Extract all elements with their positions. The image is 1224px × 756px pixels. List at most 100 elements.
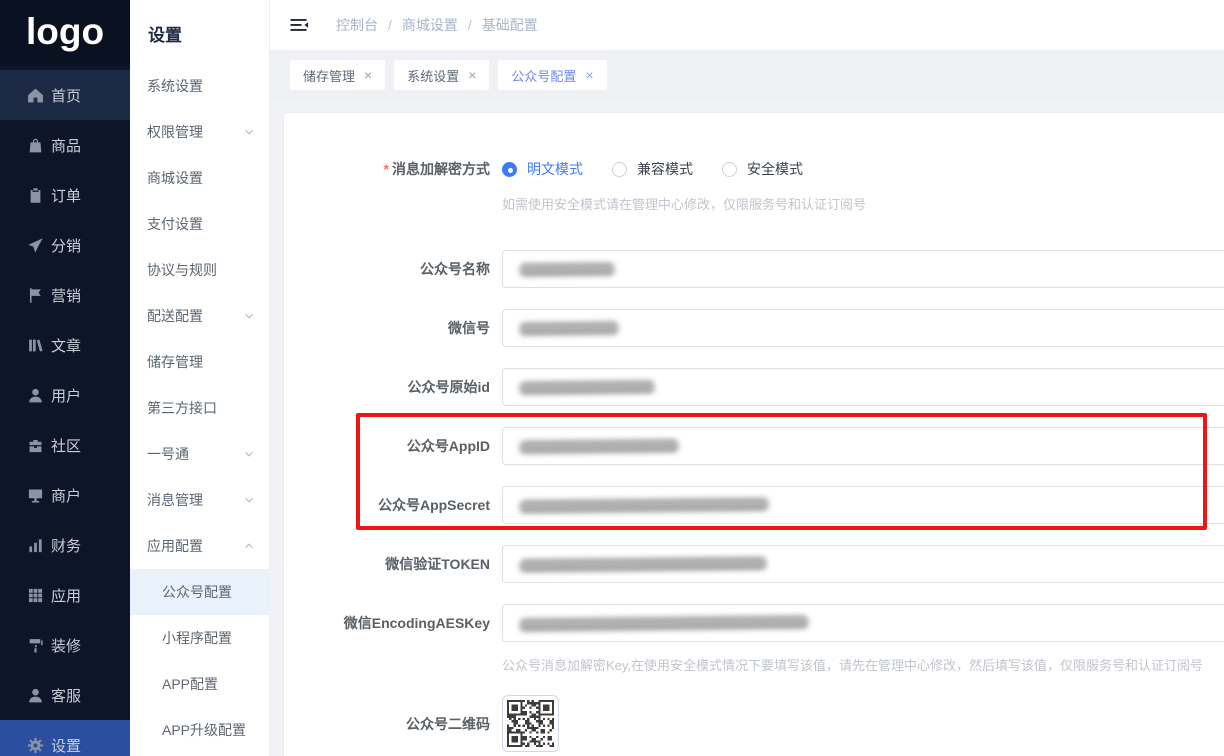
nav-item-users[interactable]: 用户 xyxy=(0,370,130,420)
qrcode-image[interactable] xyxy=(502,695,559,752)
apps-grid-icon xyxy=(27,587,44,604)
aeskey-label: 微信EncodingAESKey xyxy=(284,613,502,633)
user-icon xyxy=(27,387,44,404)
nav-item-goods[interactable]: 商品 xyxy=(0,120,130,170)
menu-item-payment[interactable]: 支付设置 xyxy=(130,201,269,247)
submenu-item-app-config[interactable]: APP配置 xyxy=(130,661,269,707)
nav-item-apps[interactable]: 应用 xyxy=(0,570,130,620)
primary-sidebar: logo 首页 商品 订单 分销 营销 文章 用户 xyxy=(0,0,130,756)
menu-item-yihaotong[interactable]: 一号通 xyxy=(130,431,269,477)
nav-item-orders[interactable]: 订单 xyxy=(0,170,130,220)
redacted-value xyxy=(519,556,767,572)
qrcode-label: 公众号二维码 xyxy=(284,714,502,734)
field-row-appid: 公众号AppID xyxy=(284,427,1224,465)
original-id-input[interactable] xyxy=(502,368,1224,406)
order-clipboard-icon xyxy=(27,187,44,204)
qrcode-row: 公众号二维码 xyxy=(284,695,1224,752)
submenu-item-official-account-config[interactable]: 公众号配置 xyxy=(130,569,269,615)
redacted-value xyxy=(519,262,615,276)
chevron-up-icon xyxy=(242,539,256,553)
field-row-account-name: 公众号名称 xyxy=(284,250,1224,288)
menu-item-permissions[interactable]: 权限管理 xyxy=(130,109,269,155)
encryption-mode-row: *消息加解密方式 明文模式 兼容模式 安全模式 xyxy=(284,158,1224,180)
tab-official-account-config[interactable]: 公众号配置 × xyxy=(498,60,606,90)
menu-item-storage[interactable]: 储存管理 xyxy=(130,339,269,385)
tab-strip: 储存管理 × 系统设置 × 公众号配置 × xyxy=(270,50,1224,100)
menu-item-mall-settings[interactable]: 商城设置 xyxy=(130,155,269,201)
menu-item-agreements[interactable]: 协议与规则 xyxy=(130,247,269,293)
account-name-label: 公众号名称 xyxy=(284,259,502,279)
finance-bar-chart-icon xyxy=(27,537,44,554)
submenu-item-mini-program-config[interactable]: 小程序配置 xyxy=(130,615,269,661)
config-form-card: *消息加解密方式 明文模式 兼容模式 安全模式 如需使用安全模式请在管理中心修改… xyxy=(283,112,1224,756)
aeskey-input[interactable] xyxy=(502,604,1224,642)
radio-secure-mode[interactable]: 安全模式 xyxy=(722,159,803,179)
aeskey-help-text: 公众号消息加解密Key,在使用安全模式情况下要填写该值，请先在管理中心修改，然后… xyxy=(502,655,1224,673)
article-books-icon xyxy=(27,337,44,354)
qrcode-pattern xyxy=(507,700,554,747)
breadcrumb-separator: / xyxy=(468,17,472,33)
redacted-value xyxy=(519,615,809,631)
settings-sidebar-title: 设置 xyxy=(130,0,269,63)
appid-input[interactable] xyxy=(502,427,1224,465)
redacted-value xyxy=(519,380,655,394)
nav-item-home[interactable]: 首页 xyxy=(0,70,130,120)
nav-item-settings[interactable]: 设置 xyxy=(0,720,130,756)
primary-nav: 首页 商品 订单 分销 营销 文章 用户 社区 xyxy=(0,70,130,756)
chevron-down-icon xyxy=(242,493,256,507)
field-row-token: 微信验证TOKEN xyxy=(284,545,1224,583)
field-row-aeskey: 微信EncodingAESKey xyxy=(284,604,1224,642)
radio-plaintext-mode[interactable]: 明文模式 xyxy=(502,159,583,179)
encryption-mode-radio-group: 明文模式 兼容模式 安全模式 xyxy=(502,159,832,179)
tab-system-settings[interactable]: 系统设置 × xyxy=(394,60,489,90)
shopping-bag-icon xyxy=(27,137,44,154)
breadcrumb-basic-config[interactable]: 基础配置 xyxy=(482,15,538,35)
flag-icon xyxy=(27,287,44,304)
token-input[interactable] xyxy=(502,545,1224,583)
breadcrumb-mall-settings[interactable]: 商城设置 xyxy=(402,15,458,35)
breadcrumb-console[interactable]: 控制台 xyxy=(336,15,378,35)
decorate-roller-icon xyxy=(27,637,44,654)
account-name-input[interactable] xyxy=(502,250,1224,288)
main-area: 控制台 / 商城设置 / 基础配置 储存管理 × 系统设置 × 公众号配置 × … xyxy=(270,0,1224,756)
breadcrumb-separator: / xyxy=(388,17,392,33)
redacted-value xyxy=(519,497,769,513)
nav-item-marketing[interactable]: 营销 xyxy=(0,270,130,320)
nav-item-community[interactable]: 社区 xyxy=(0,420,130,470)
redacted-value xyxy=(519,439,679,454)
nav-item-articles[interactable]: 文章 xyxy=(0,320,130,370)
wechat-id-label: 微信号 xyxy=(284,318,502,338)
nav-item-distribution[interactable]: 分销 xyxy=(0,220,130,270)
submenu-item-app-upgrade-config[interactable]: APP升级配置 xyxy=(130,707,269,753)
settings-sidebar: 设置 系统设置 权限管理 商城设置 支付设置 协议与规则 配送配置 储存管理 第… xyxy=(130,0,270,756)
nav-item-finance[interactable]: 财务 xyxy=(0,520,130,570)
home-icon xyxy=(27,87,44,104)
logo: logo xyxy=(0,0,130,64)
paper-plane-icon xyxy=(27,237,44,254)
close-icon[interactable]: × xyxy=(364,68,372,82)
radio-selected-icon xyxy=(502,162,517,177)
merchant-monitor-icon xyxy=(27,487,44,504)
appsecret-label: 公众号AppSecret xyxy=(284,495,502,515)
redacted-value xyxy=(519,321,619,335)
nav-item-merchants[interactable]: 商户 xyxy=(0,470,130,520)
nav-item-decorate[interactable]: 装修 xyxy=(0,620,130,670)
menu-item-app-config[interactable]: 应用配置 xyxy=(130,523,269,569)
chevron-down-icon xyxy=(242,447,256,461)
nav-item-service[interactable]: 客服 xyxy=(0,670,130,720)
tab-storage[interactable]: 储存管理 × xyxy=(290,60,385,90)
appid-label: 公众号AppID xyxy=(284,436,502,456)
menu-item-delivery[interactable]: 配送配置 xyxy=(130,293,269,339)
radio-compatible-mode[interactable]: 兼容模式 xyxy=(612,159,693,179)
encryption-mode-label: *消息加解密方式 xyxy=(284,159,502,179)
menu-item-third-party[interactable]: 第三方接口 xyxy=(130,385,269,431)
menu-item-messages[interactable]: 消息管理 xyxy=(130,477,269,523)
token-label: 微信验证TOKEN xyxy=(284,554,502,574)
menu-item-system-settings[interactable]: 系统设置 xyxy=(130,63,269,109)
wechat-id-input[interactable] xyxy=(502,309,1224,347)
close-icon[interactable]: × xyxy=(468,68,476,82)
menu-fold-icon[interactable] xyxy=(290,17,309,33)
breadcrumb: 控制台 / 商城设置 / 基础配置 xyxy=(336,15,538,35)
close-icon[interactable]: × xyxy=(585,68,593,82)
appsecret-input[interactable] xyxy=(502,486,1224,524)
